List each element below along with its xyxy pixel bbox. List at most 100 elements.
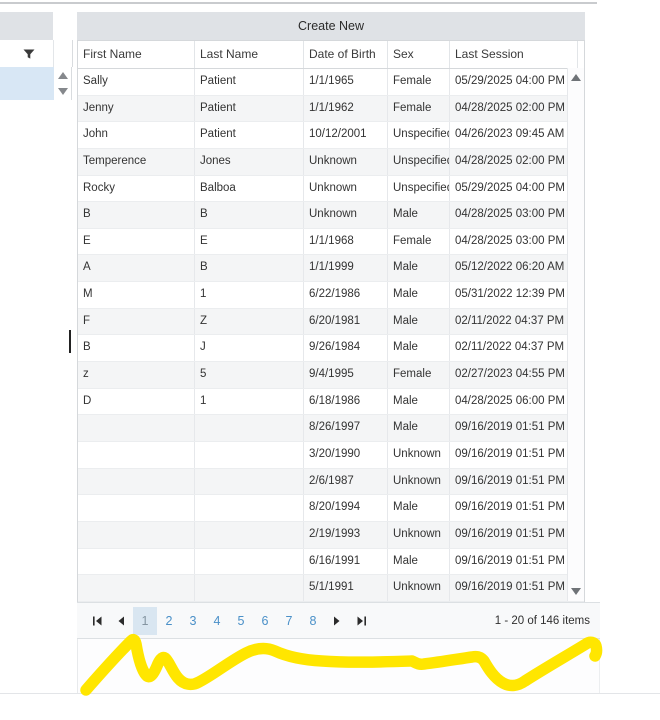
cell-last-session: 09/16/2019 01:51 PM — [450, 415, 569, 441]
cell-last-session: 09/16/2019 01:51 PM — [450, 468, 569, 495]
cell-sex: Male — [388, 415, 450, 441]
table-row[interactable]: John Patient 10/12/2001 Unspecified 04/26/20… — [78, 122, 584, 149]
cell-first-name — [78, 548, 195, 575]
cell-first-name: D — [78, 388, 195, 415]
cell-date-of-birth: Unknown — [304, 202, 388, 228]
cell-date-of-birth: 1/1/1962 — [304, 95, 388, 122]
column-header-last-name[interactable]: Last Name — [195, 41, 304, 68]
filter-row-divider — [53, 40, 54, 67]
last-page-button[interactable] — [349, 608, 373, 634]
first-page-button[interactable] — [85, 608, 109, 634]
annotation-area — [77, 639, 600, 694]
table-row[interactable]: Temperence Jones Unknown Unspecified 04/28/2… — [78, 148, 584, 176]
cell-last-name — [195, 521, 304, 548]
table-row[interactable]: 6/16/1991 Male 09/16/2019 01:51 PM — [78, 548, 584, 576]
cell-date-of-birth: 1/1/1968 — [304, 228, 388, 255]
cell-first-name: John — [78, 122, 195, 148]
cell-first-name: M — [78, 282, 195, 308]
cell-date-of-birth: 6/18/1986 — [304, 388, 388, 415]
page-button-1[interactable]: 1 — [133, 606, 157, 635]
cell-date-of-birth: 10/12/2001 — [304, 122, 388, 148]
cell-sex: Male — [388, 308, 450, 335]
header-filler-cell — [578, 41, 584, 68]
next-page-button[interactable] — [325, 608, 349, 634]
cell-sex: Male — [388, 255, 450, 282]
cell-last-name — [195, 548, 304, 575]
scroll-down-icon[interactable] — [571, 588, 581, 595]
filter-row — [0, 40, 73, 67]
table-row[interactable]: A B 1/1/1999 Male 05/12/2022 06:20 AM — [78, 255, 584, 283]
table-row[interactable]: E E 1/1/1968 Female 04/28/2025 03:00 PM — [78, 228, 584, 256]
table-row[interactable]: Rocky Balboa Unknown Unspecified 05/29/2025 … — [78, 175, 584, 203]
filter-icon[interactable] — [23, 47, 35, 59]
page-button-8[interactable]: 8 — [301, 607, 325, 635]
grid-vertical-scrollbar[interactable] — [567, 68, 584, 601]
table-row[interactable]: 2/6/1987 Unknown 09/16/2019 01:51 PM — [78, 468, 584, 496]
table-row[interactable]: z 5 9/4/1995 Female 02/27/2023 04:55 PM — [78, 362, 584, 389]
cell-sex: Unspecified — [388, 122, 450, 148]
create-new-button[interactable]: Create New — [77, 12, 585, 40]
cell-sex: Unknown — [388, 468, 450, 495]
cell-last-session: 09/16/2019 01:51 PM — [450, 575, 569, 601]
cell-sex: Male — [388, 282, 450, 308]
cell-last-session: 09/16/2019 01:51 PM — [450, 521, 569, 548]
cell-last-name: 1 — [195, 388, 304, 415]
scroll-up-icon[interactable] — [57, 72, 68, 79]
cell-last-session: 04/28/2025 02:00 PM — [450, 95, 569, 122]
page-button-6[interactable]: 6 — [253, 607, 277, 635]
table-row[interactable]: 2/19/1993 Unknown 09/16/2019 01:51 PM — [78, 521, 584, 549]
table-row[interactable]: B B Unknown Male 04/28/2025 03:00 PM — [78, 202, 584, 229]
cell-last-session: 05/29/2025 04:00 PM — [450, 69, 569, 95]
cell-date-of-birth: 8/20/1994 — [304, 495, 388, 521]
page-button-5[interactable]: 5 — [229, 607, 253, 635]
cell-last-session: 09/16/2019 01:51 PM — [450, 495, 569, 521]
top-divider-line — [0, 2, 597, 4]
cell-date-of-birth: 2/6/1987 — [304, 468, 388, 495]
table-row[interactable]: 8/20/1994 Male 09/16/2019 01:51 PM — [78, 495, 584, 522]
scroll-up-icon[interactable] — [571, 74, 581, 81]
table-row[interactable]: M 1 6/22/1986 Male 05/31/2022 12:39 PM — [78, 282, 584, 309]
cell-last-session: 04/26/2023 09:45 AM — [450, 122, 569, 148]
page-button-3[interactable]: 3 — [181, 607, 205, 635]
table-row[interactable]: 3/20/1990 Unknown 09/16/2019 01:51 PM — [78, 441, 584, 469]
table-row[interactable]: B J 9/26/1984 Male 02/11/2022 04:37 PM — [78, 335, 584, 363]
previous-page-button[interactable] — [109, 608, 133, 634]
page-button-7[interactable]: 7 — [277, 607, 301, 635]
table-row[interactable]: Jenny Patient 1/1/1962 Female 04/28/2025 02:… — [78, 95, 584, 123]
left-list-scrollbar[interactable] — [54, 67, 72, 100]
page-button-2[interactable]: 2 — [157, 607, 181, 635]
table-row[interactable]: 8/26/1997 Male 09/16/2019 01:51 PM — [78, 415, 584, 442]
cell-first-name — [78, 441, 195, 468]
cell-first-name: Temperence — [78, 148, 195, 175]
cell-last-session: 09/16/2019 01:51 PM — [450, 548, 569, 575]
left-list-selected-item[interactable] — [0, 67, 54, 100]
table-row[interactable]: 5/1/1991 Unknown 09/16/2019 01:51 PM — [78, 575, 584, 602]
page-button-4[interactable]: 4 — [205, 607, 229, 635]
scroll-down-icon[interactable] — [57, 88, 68, 95]
cell-first-name — [78, 468, 195, 495]
cell-date-of-birth: 6/20/1981 — [304, 308, 388, 335]
column-header-date-of-birth[interactable]: Date of Birth — [304, 41, 388, 68]
table-row[interactable]: D 1 6/18/1986 Male 04/28/2025 06:00 PM — [78, 388, 584, 416]
cell-last-name — [195, 441, 304, 468]
left-pane-header-block — [0, 12, 53, 40]
cell-sex: Male — [388, 548, 450, 575]
cell-sex: Female — [388, 95, 450, 122]
cell-date-of-birth: 2/19/1993 — [304, 521, 388, 548]
cell-first-name: F — [78, 308, 195, 335]
cell-date-of-birth: 1/1/1999 — [304, 255, 388, 282]
cell-first-name: Sally — [78, 69, 195, 95]
column-header-first-name[interactable]: First Name — [78, 41, 195, 68]
cell-sex: Female — [388, 69, 450, 95]
column-header-last-session[interactable]: Last Session — [450, 41, 578, 68]
column-header-sex[interactable]: Sex — [388, 41, 450, 68]
cell-date-of-birth: 9/26/1984 — [304, 335, 388, 362]
table-row[interactable]: F Z 6/20/1981 Male 02/11/2022 04:37 PM — [78, 308, 584, 336]
cell-last-session: 04/28/2025 03:00 PM — [450, 228, 569, 255]
cell-sex: Male — [388, 495, 450, 521]
cell-last-session: 05/29/2025 04:00 PM — [450, 175, 569, 202]
cell-date-of-birth: 9/4/1995 — [304, 362, 388, 388]
cell-sex: Male — [388, 388, 450, 415]
table-row[interactable]: Sally Patient 1/1/1965 Female 05/29/2025 04:… — [78, 69, 584, 96]
cell-date-of-birth: 1/1/1965 — [304, 69, 388, 95]
